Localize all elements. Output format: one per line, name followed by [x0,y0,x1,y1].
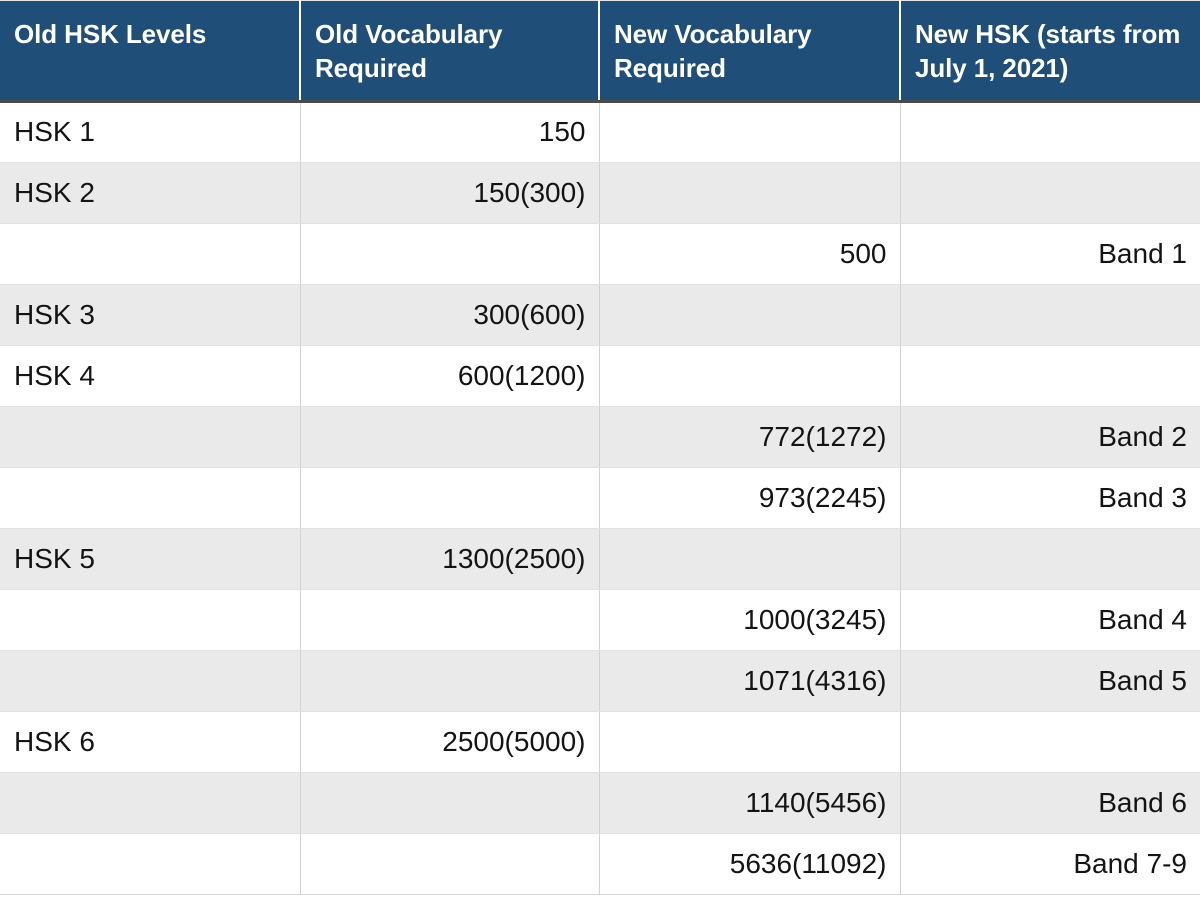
table-cell-new_vocab [599,162,901,224]
table-row: 772(1272) Band 2 [0,406,1200,468]
table-cell-old_vocab: 150(300) [300,162,600,224]
table-cell-new_level [900,711,1200,773]
table-cell-old_level [0,223,301,285]
table-cell-old_vocab: 300(600) [300,284,600,346]
table-cell-new_vocab [599,528,901,590]
table-cell-old_level [0,406,301,468]
table-body: HSK 1 150 HSK 2 150(300) 500 Band 1 HSK 3 300(6… [0,101,1200,895]
table-row: 5636(11092) Band 7-9 [0,833,1200,895]
table-cell-old_vocab: 150 [300,101,600,163]
table-cell-old_level: HSK 4 [0,345,301,407]
table-cell-new_level: Band 3 [900,467,1200,529]
table-row: HSK 4 600(1200) [0,345,1200,407]
table-cell-new_level: Band 4 [900,589,1200,651]
table-cell-old_vocab [300,589,600,651]
table-cell-old_vocab [300,223,600,285]
column-header-old-hsk-levels: Old HSK Levels [0,0,301,103]
table-cell-old_level: HSK 1 [0,101,301,163]
table-cell-new_vocab [599,284,901,346]
table-cell-old_vocab: 2500(5000) [300,711,600,773]
table-row: HSK 2 150(300) [0,162,1200,224]
table-row: 973(2245) Band 3 [0,467,1200,529]
table-cell-new_level [900,101,1200,163]
table-row: HSK 5 1300(2500) [0,528,1200,590]
table-cell-new_vocab: 772(1272) [599,406,901,468]
table-row: HSK 6 2500(5000) [0,711,1200,773]
table-cell-old_level: HSK 5 [0,528,301,590]
table-cell-new_vocab: 1071(4316) [599,650,901,712]
table-cell-new_level: Band 1 [900,223,1200,285]
table-cell-new_vocab [599,101,901,163]
table-cell-new_level [900,162,1200,224]
table-cell-old_level [0,650,301,712]
table-cell-old_vocab [300,406,600,468]
table-cell-old_vocab [300,833,600,895]
table-cell-old_vocab [300,467,600,529]
table-cell-new_level [900,284,1200,346]
table-cell-new_vocab: 973(2245) [599,467,901,529]
table-cell-new_vocab [599,345,901,407]
table-cell-old_vocab: 1300(2500) [300,528,600,590]
hsk-comparison-table: Old HSK Levels Old Vocabulary Required N… [0,0,1200,895]
column-header-new-vocabulary-required: New Vocabulary Required [599,0,901,103]
table-header: Old HSK Levels Old Vocabulary Required N… [0,0,1200,103]
table-cell-old_level [0,589,301,651]
table-cell-old_vocab [300,772,600,834]
table-cell-old_level: HSK 2 [0,162,301,224]
table-cell-new_level: Band 7-9 [900,833,1200,895]
table-cell-new_level: Band 5 [900,650,1200,712]
table-cell-old_vocab: 600(1200) [300,345,600,407]
table-cell-new_level: Band 6 [900,772,1200,834]
column-header-old-vocabulary-required: Old Vocabulary Required [300,0,600,103]
table-cell-old_vocab [300,650,600,712]
table-cell-new_vocab: 5636(11092) [599,833,901,895]
table-cell-new_vocab: 1000(3245) [599,589,901,651]
table-cell-old_level [0,772,301,834]
table-row: 1140(5456) Band 6 [0,772,1200,834]
table-row: 1000(3245) Band 4 [0,589,1200,651]
column-header-new-hsk: New HSK (starts from July 1, 2021) [900,0,1200,103]
table-cell-new_level [900,528,1200,590]
table-row: HSK 1 150 [0,101,1200,163]
table-row: 1071(4316) Band 5 [0,650,1200,712]
table-header-row: Old HSK Levels Old Vocabulary Required N… [0,0,1200,103]
table-cell-old_level [0,833,301,895]
table-cell-old_level [0,467,301,529]
table-row: HSK 3 300(600) [0,284,1200,346]
table-cell-new_vocab [599,711,901,773]
table-cell-new_level: Band 2 [900,406,1200,468]
table-cell-new_vocab: 500 [599,223,901,285]
table-cell-old_level: HSK 6 [0,711,301,773]
table-cell-new_vocab: 1140(5456) [599,772,901,834]
table-row: 500 Band 1 [0,223,1200,285]
table-cell-new_level [900,345,1200,407]
table-cell-old_level: HSK 3 [0,284,301,346]
